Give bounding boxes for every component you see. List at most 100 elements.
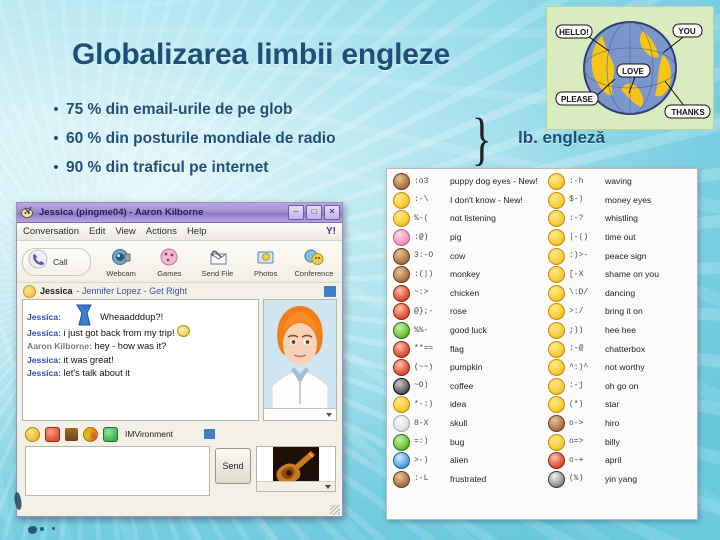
games-button[interactable]: Games xyxy=(145,243,193,281)
emoticon-name: shame on you xyxy=(605,269,659,280)
yahoo-logo-icon[interactable]: Y! xyxy=(326,226,336,237)
emoticon-row[interactable]: o-+ april xyxy=(542,451,697,470)
avatar-dropdown-bar[interactable] xyxy=(264,408,336,420)
emoticon-name: star xyxy=(605,399,620,410)
emoticon-row[interactable]: >:/ bring it on xyxy=(542,302,697,321)
emoticon-row[interactable]: :-j oh go on xyxy=(542,377,697,396)
svg-text:YOU: YOU xyxy=(678,27,696,36)
close-button[interactable]: ✕ xyxy=(324,205,340,220)
menu-item-actions[interactable]: Actions xyxy=(146,226,177,237)
emoticon-row[interactable]: %-(not listening xyxy=(387,209,542,228)
emoticon-name: bring it on xyxy=(605,306,643,317)
contact-card-icon[interactable] xyxy=(204,429,216,439)
emoticon-list-panel[interactable]: :o3 puppy dog eyes - New!:-\ I don't know … xyxy=(386,168,698,520)
webcam-button[interactable]: Webcam xyxy=(97,243,145,281)
emoticon-code: ~:> xyxy=(414,288,429,298)
call-button[interactable]: Call xyxy=(22,248,92,276)
menu-item-view[interactable]: View xyxy=(115,226,135,237)
message-input[interactable] xyxy=(25,446,210,496)
emoticon-row[interactable]: $-) money eyes xyxy=(542,191,697,210)
bullet-marker: • xyxy=(53,101,59,118)
menu-item-help[interactable]: Help xyxy=(187,226,207,237)
emoticon-row[interactable]: ~O) coffee xyxy=(387,377,542,396)
text-format-icon[interactable] xyxy=(65,427,78,441)
audibles-icon[interactable] xyxy=(45,426,60,442)
emoticon-row[interactable]: :)>- peace sign xyxy=(542,246,697,265)
svg-text:THANKS: THANKS xyxy=(671,108,705,117)
emoticon-row[interactable]: :-? whistling xyxy=(542,209,697,228)
emoticon-row[interactable]: :-@ chatterbox xyxy=(542,339,697,358)
imvironment-icon[interactable] xyxy=(103,426,118,442)
resize-grip[interactable] xyxy=(330,505,340,515)
emoticon-row[interactable]: (%) yin yang xyxy=(542,470,697,489)
emoticon-row[interactable]: :o3 puppy dog eyes - New! xyxy=(387,172,542,191)
imvironment-label[interactable]: IMVironment xyxy=(125,429,173,439)
menu-item-edit[interactable]: Edit xyxy=(89,226,105,237)
toolbar[interactable]: Call Webcam Games Send File Photos Confe… xyxy=(17,241,342,283)
emoticon-row[interactable]: ~:> chicken xyxy=(387,284,542,303)
window-title-text: Jessica (pingme04) - Aaron Kilborne xyxy=(39,207,204,218)
emoticon-row[interactable]: :-h waving xyxy=(542,172,697,191)
emoticon-row[interactable]: o=> billy xyxy=(542,432,697,451)
emoticon-row[interactable]: (~~) pumpkin xyxy=(387,358,542,377)
imvironment-bar[interactable]: IMVironment xyxy=(17,421,342,444)
emoticon-row[interactable]: **== flag xyxy=(387,339,542,358)
photos-button[interactable]: Photos xyxy=(242,243,290,281)
emoticon-code: 8-X xyxy=(414,418,429,428)
emoticon-code: o-+ xyxy=(569,455,584,465)
emoticon-code: [-X xyxy=(569,269,584,279)
emoticon-row[interactable]: >-) alien xyxy=(387,451,542,470)
emoticon-name: I don't know - New! xyxy=(450,194,523,205)
message-input-area[interactable]: Send xyxy=(17,444,342,496)
contact-card-icon[interactable] xyxy=(324,285,336,297)
bullet-marker: • xyxy=(53,159,59,176)
pumpkin-icon xyxy=(392,359,410,377)
emoticon-name: chatterbox xyxy=(605,343,646,354)
emoticon-row[interactable]: :(|) monkey xyxy=(387,265,542,284)
idea-icon xyxy=(392,396,410,414)
buddy-status-bar: Jessica - Jennifer Lopez - Get Right xyxy=(17,283,342,299)
send-button[interactable]: Send xyxy=(215,448,251,484)
ad-dropdown-bar[interactable] xyxy=(257,481,335,491)
emoticon-row[interactable]: 3:-O cow xyxy=(387,246,542,265)
call-label: Call xyxy=(53,257,68,267)
emoticon-code: @};- xyxy=(414,306,434,316)
menu-bar[interactable]: Conversation Edit View Actions Help Y! xyxy=(17,223,342,241)
emoticon-name: frustrated xyxy=(450,473,487,484)
emoticon-row[interactable]: o-> hiro xyxy=(542,414,697,433)
emoticon-row[interactable]: 8-X skull xyxy=(387,414,542,433)
emoticon-row[interactable]: @};- rose xyxy=(387,302,542,321)
yahoo-messenger-window[interactable]: Jessica (pingme04) - Aaron Kilborne – □ … xyxy=(16,202,343,517)
emoticon-row[interactable]: :-\ I don't know - New! xyxy=(387,191,542,210)
send-file-label: Send File xyxy=(201,268,234,278)
monkey-icon xyxy=(392,266,410,284)
emoticon-row[interactable]: =:) bug xyxy=(387,432,542,451)
color-wheel-icon[interactable] xyxy=(83,426,98,442)
webcam-label: Webcam xyxy=(106,268,136,278)
grin-emoticon-icon xyxy=(177,324,191,337)
advertisement-panel[interactable] xyxy=(256,446,336,492)
emoticon-row[interactable]: %%- good luck xyxy=(387,321,542,340)
window-title-bar[interactable]: Jessica (pingme04) - Aaron Kilborne – □ … xyxy=(17,203,342,223)
sunglasses-smiley-icon[interactable] xyxy=(25,426,40,442)
conference-button[interactable]: Conference xyxy=(290,243,338,281)
money-eyes-icon xyxy=(547,191,565,209)
minimize-button[interactable]: – xyxy=(288,205,304,220)
decorative-shape xyxy=(40,527,44,531)
maximize-button[interactable]: □ xyxy=(306,205,322,220)
send-file-button[interactable]: Send File xyxy=(193,243,241,281)
emoticon-row[interactable]: [-X shame on you xyxy=(542,265,697,284)
emoticon-row[interactable]: (*) star xyxy=(542,395,697,414)
emoticon-name: idea xyxy=(450,399,467,410)
emoticon-row[interactable]: \:D/dancing xyxy=(542,284,697,303)
emoticon-row[interactable]: ;)) hee hee xyxy=(542,321,697,340)
emoticon-row[interactable]: :-L frustrated xyxy=(387,470,542,489)
conference-label: Conference xyxy=(294,268,334,278)
menu-item-conversation[interactable]: Conversation xyxy=(23,226,79,237)
list-item: • 75 % din email-urile de pe glob xyxy=(46,100,466,120)
emoticon-row[interactable]: |-() time out xyxy=(542,228,697,247)
emoticon-row[interactable]: *-:) idea xyxy=(387,395,542,414)
emoticon-row[interactable]: :@) pig xyxy=(387,228,542,247)
waving-icon xyxy=(547,173,565,191)
emoticon-row[interactable]: ^:)^ not worthy xyxy=(542,358,697,377)
